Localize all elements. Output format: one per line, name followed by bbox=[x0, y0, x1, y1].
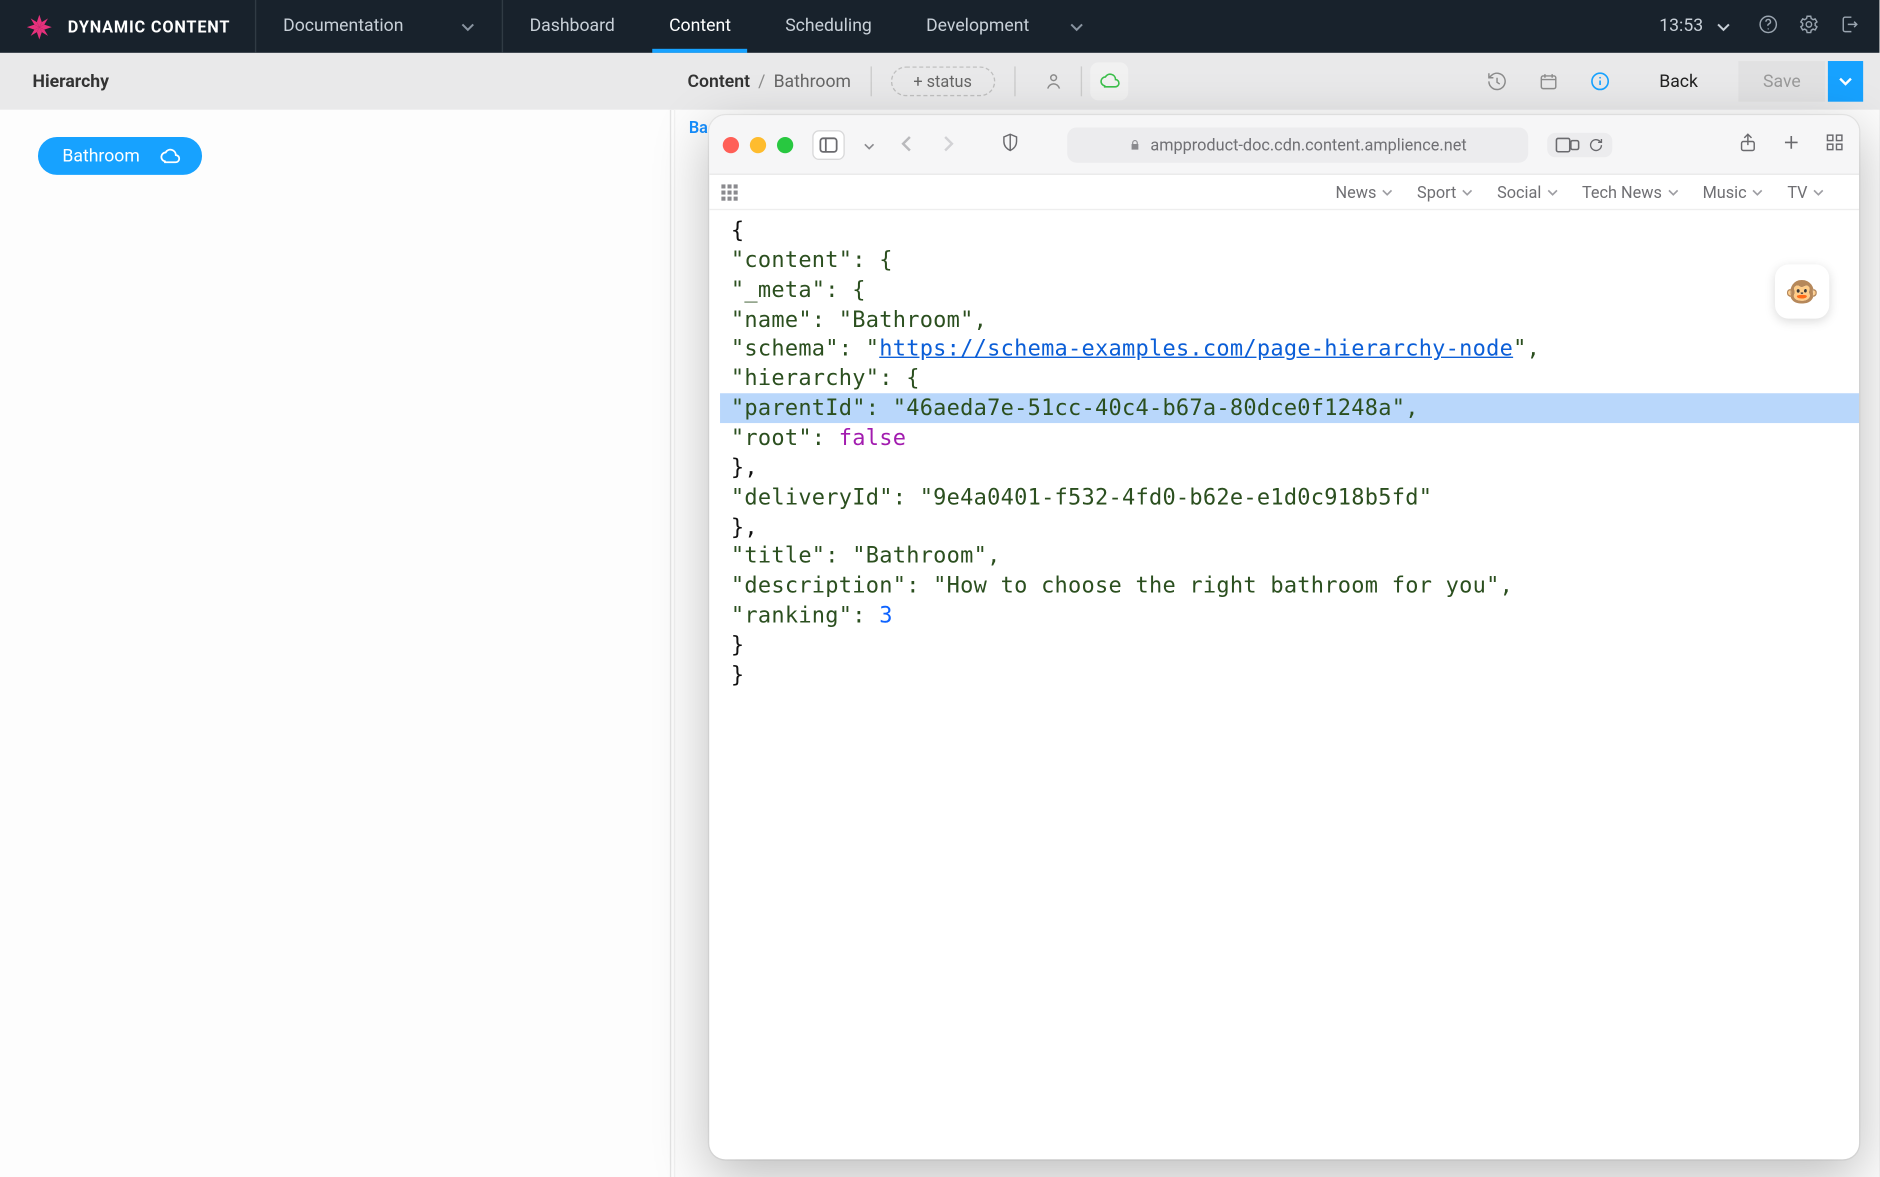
hierarchy-node-bathroom[interactable]: Bathroom bbox=[38, 137, 202, 175]
safari-address-text: ampproduct-doc.cdn.content.amplience.net bbox=[1150, 135, 1466, 154]
partial-label: Ba bbox=[689, 110, 708, 137]
reload-icon bbox=[1588, 136, 1604, 152]
fav-sport[interactable]: Sport bbox=[1417, 182, 1473, 201]
safari-address-bar[interactable]: ampproduct-doc.cdn.content.amplience.net bbox=[1067, 127, 1528, 162]
add-status-button[interactable]: + status bbox=[890, 66, 995, 96]
calendar-icon[interactable] bbox=[1529, 62, 1567, 100]
json-line: "content": { bbox=[720, 245, 1859, 275]
fav-tv[interactable]: TV bbox=[1787, 182, 1823, 201]
safari-privacy-shield-icon[interactable] bbox=[999, 131, 1021, 158]
clock-time: 13:53 bbox=[1659, 16, 1703, 36]
safari-traffic-lights bbox=[723, 136, 794, 152]
chevron-down-icon bbox=[1717, 20, 1731, 34]
help-icon[interactable] bbox=[1757, 13, 1779, 40]
json-line: "title": "Bathroom", bbox=[720, 542, 1859, 572]
safari-toolbar: ampproduct-doc.cdn.content.amplience.net bbox=[709, 115, 1859, 175]
tab-content[interactable]: Content bbox=[642, 0, 758, 53]
divider bbox=[1080, 66, 1081, 96]
fav-news[interactable]: News bbox=[1336, 182, 1393, 201]
safari-favorites-grid-icon[interactable] bbox=[720, 182, 739, 201]
save-dropdown-button[interactable] bbox=[1828, 61, 1863, 102]
chevron-down-icon bbox=[1382, 186, 1393, 197]
safari-forward-button[interactable] bbox=[934, 132, 961, 158]
json-line: "hierarchy": { bbox=[720, 364, 1859, 394]
save-button-group: Save bbox=[1739, 61, 1863, 102]
extension-tampermonkey-icon[interactable]: 🐵 bbox=[1775, 264, 1829, 318]
safari-tabs-icon[interactable] bbox=[1824, 131, 1846, 158]
json-content: { "content": { "_meta": { "name": "Bathr… bbox=[709, 210, 1859, 1159]
chevron-down-icon[interactable] bbox=[858, 132, 880, 158]
page-title: Hierarchy bbox=[33, 71, 109, 91]
reader-icon bbox=[1555, 135, 1579, 154]
nav-development-label: Development bbox=[926, 16, 1029, 36]
save-button[interactable]: Save bbox=[1739, 61, 1826, 102]
chevron-down-icon bbox=[460, 20, 474, 34]
chevron-down-icon bbox=[1813, 186, 1824, 197]
publish-status-icon[interactable] bbox=[1090, 62, 1128, 100]
safari-new-tab-icon[interactable] bbox=[1780, 131, 1802, 158]
divider bbox=[1014, 66, 1015, 96]
brand-title: DYNAMIC CONTENT bbox=[68, 17, 230, 36]
safari-window: ampproduct-doc.cdn.content.amplience.net… bbox=[709, 115, 1859, 1159]
json-line: } bbox=[720, 660, 1859, 690]
cloud-icon bbox=[159, 145, 181, 167]
chevron-down-icon bbox=[1752, 186, 1763, 197]
logout-icon[interactable] bbox=[1839, 13, 1861, 40]
safari-sidebar-button[interactable] bbox=[812, 129, 845, 159]
json-schema-link[interactable]: https://schema-examples.com/page-hierarc… bbox=[879, 336, 1513, 362]
tab-dashboard[interactable]: Dashboard bbox=[502, 0, 641, 53]
back-button[interactable]: Back bbox=[1659, 71, 1698, 91]
divider bbox=[870, 66, 871, 96]
json-line: "deliveryId": "9e4a0401-f532-4fd0-b62e-e… bbox=[720, 482, 1859, 512]
breadcrumb-separator: / bbox=[758, 71, 765, 91]
fav-technews[interactable]: Tech News bbox=[1582, 182, 1678, 201]
json-line: "ranking": 3 bbox=[720, 601, 1859, 631]
safari-minimize-button[interactable] bbox=[750, 136, 766, 152]
page-toolbar: Hierarchy Content / Bathroom + status bbox=[0, 53, 1879, 110]
breadcrumb: Content / Bathroom bbox=[687, 71, 851, 91]
breadcrumb-leaf: Bathroom bbox=[774, 71, 851, 91]
json-line: { bbox=[720, 216, 1859, 246]
safari-share-icon[interactable] bbox=[1737, 131, 1759, 158]
hierarchy-node-label: Bathroom bbox=[62, 146, 139, 166]
safari-reader-reload[interactable] bbox=[1547, 132, 1612, 156]
json-line-highlighted: "parentId": "46aeda7e-51cc-40c4-b67a-80d… bbox=[720, 393, 1859, 423]
history-icon[interactable] bbox=[1478, 62, 1516, 100]
chevron-down-icon bbox=[1667, 186, 1678, 197]
person-icon[interactable] bbox=[1034, 62, 1072, 100]
json-line: }, bbox=[720, 453, 1859, 483]
json-line: }, bbox=[720, 512, 1859, 542]
nav-documentation-label: Documentation bbox=[283, 16, 403, 36]
json-line: "_meta": { bbox=[720, 275, 1859, 305]
chevron-down-icon bbox=[1547, 186, 1558, 197]
breadcrumb-root[interactable]: Content bbox=[687, 71, 750, 91]
chevron-down-icon bbox=[1070, 20, 1084, 34]
fav-social[interactable]: Social bbox=[1497, 182, 1558, 201]
safari-favorites-bar: News Sport Social Tech News Music TV bbox=[709, 175, 1859, 210]
safari-zoom-button[interactable] bbox=[777, 136, 793, 152]
brand-logo-icon bbox=[24, 12, 54, 42]
json-line: "root": false bbox=[720, 423, 1859, 453]
json-line: "description": "How to choose the right … bbox=[720, 571, 1859, 601]
nav-documentation-dropdown[interactable]: Documentation bbox=[256, 0, 502, 53]
hierarchy-sidebar: Bathroom bbox=[0, 110, 671, 1177]
json-line: "schema": "https://schema-examples.com/p… bbox=[720, 334, 1859, 364]
tab-scheduling[interactable]: Scheduling bbox=[758, 0, 899, 53]
lock-icon bbox=[1129, 138, 1143, 152]
info-icon[interactable] bbox=[1581, 62, 1619, 100]
chevron-down-icon bbox=[1462, 186, 1473, 197]
settings-icon[interactable] bbox=[1798, 13, 1820, 40]
app-topbar: DYNAMIC CONTENT Documentation Dashboard … bbox=[0, 0, 1879, 53]
json-line: } bbox=[720, 631, 1859, 661]
nav-development-dropdown[interactable]: Development bbox=[899, 0, 1111, 53]
safari-close-button[interactable] bbox=[723, 136, 739, 152]
brand: DYNAMIC CONTENT bbox=[0, 0, 256, 53]
clock-dropdown[interactable]: 13:53 bbox=[1659, 16, 1730, 36]
json-line: "name": "Bathroom", bbox=[720, 305, 1859, 335]
fav-music[interactable]: Music bbox=[1703, 182, 1763, 201]
safari-back-button[interactable] bbox=[894, 132, 921, 158]
